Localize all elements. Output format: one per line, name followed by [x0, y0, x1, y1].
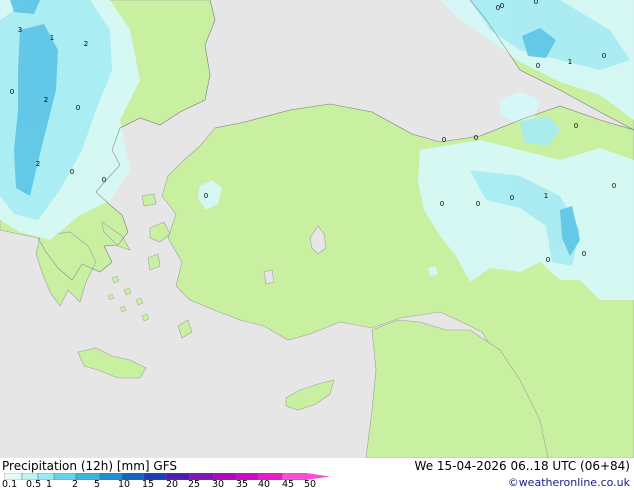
lemnos-island: [141, 193, 157, 207]
map-title: Precipitation (12h) [mm] GFS: [2, 459, 178, 473]
map-value-label: 0: [10, 88, 14, 96]
map-value-label: 3: [18, 26, 22, 34]
map-value-label: 0: [612, 182, 616, 190]
map-value-label: 0: [440, 200, 444, 208]
validity-time: We 15-04-2026 06..18 UTC (06+84): [414, 459, 630, 473]
credit-link[interactable]: ©weatheronline.co.uk: [508, 476, 630, 489]
map-value-label: 2: [44, 96, 48, 104]
legend-tick-label: 10: [118, 479, 131, 490]
legend-tick-label: 35: [236, 479, 249, 490]
map-value-label: 0: [70, 168, 74, 176]
map-value-label: 0: [76, 104, 80, 112]
map-value-label: 0: [546, 256, 550, 264]
map-value-label: 0: [574, 122, 578, 130]
map-value-label: 1: [544, 192, 548, 200]
map-value-label: 0: [476, 200, 480, 208]
lake-small: [263, 269, 275, 285]
map-value-label: 0: [500, 2, 504, 10]
legend-tick-label: 5: [94, 479, 101, 490]
legend-tick-label: 15: [142, 479, 155, 490]
map-value-label: 2: [84, 40, 88, 48]
map-value-label: 0: [602, 52, 606, 60]
map-value-label: 1: [568, 58, 572, 66]
legend-tick-label: 30: [212, 479, 225, 490]
legend-tick-label: 0.5: [26, 479, 42, 490]
map-value-label: 0: [204, 192, 208, 200]
legend-tick-label: 2: [72, 479, 79, 490]
legend-ticks: 0.1 0.5 1 2 5 10 15 20 25 30 35 40 45 50: [0, 479, 330, 490]
legend-tick-label: 25: [188, 479, 201, 490]
precipitation-map: 3122211000000 00 000000000 0 0: [0, 0, 634, 458]
map-value-label: 0: [102, 176, 106, 184]
map-value-label: 0: [474, 134, 478, 142]
legend-tick-label: 40: [258, 479, 271, 490]
legend-tick-label: 0.1: [2, 479, 18, 490]
map-value-label: 0: [510, 194, 514, 202]
map-value-label: 0: [536, 62, 540, 70]
map-value-label: 2: [36, 160, 40, 168]
footer: Precipitation (12h) [mm] GFS We 15-04-20…: [0, 458, 634, 490]
legend-tick-label: 50: [304, 479, 317, 490]
legend-tick-label: 1: [46, 479, 53, 490]
legend-tick-label: 45: [282, 479, 295, 490]
map-value-label: 0: [534, 0, 538, 6]
legend-tick-label: 20: [166, 479, 179, 490]
map-value-label: 0: [442, 136, 446, 144]
map-value-label: 1: [50, 34, 54, 42]
map-value-label: 0: [582, 250, 586, 258]
